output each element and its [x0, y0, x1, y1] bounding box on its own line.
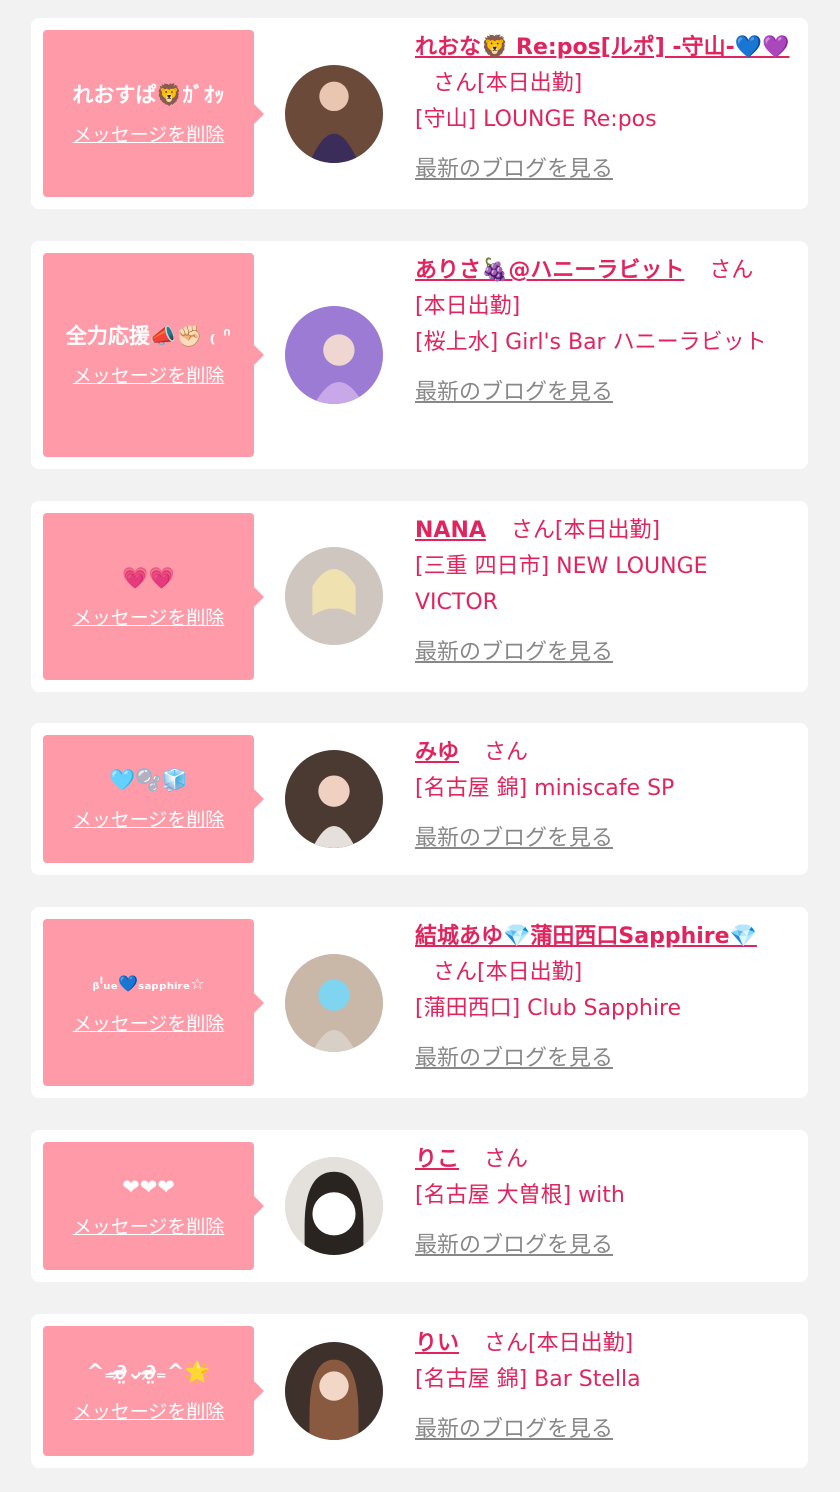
cast-name-link[interactable]: 結城あゆ💎蒲田西口Sapphire💎 [415, 924, 757, 949]
message-card: ^₌∂̴̶̷̤⌄∂̴̶̷̤₌^🌟 メッセージを削除 りい さん[本日出勤] [名… [31, 1314, 808, 1468]
avatar[interactable] [285, 547, 383, 645]
honorific: さん [484, 740, 529, 765]
message-card: れおすぱ🦁ｶﾞｵｯ メッセージを削除 れおな🦁 Re:pos[ルポ] -守山-💙… [31, 18, 808, 209]
message-card: 全力応援📣✊🏻 ₍ ᐢ メッセージを削除 ありさ🍇@ハニーラビット さん [本日… [31, 241, 808, 469]
cast-info: りい さん[本日出勤] [名古屋 錦] Bar Stella 最新のブログを見る [415, 1326, 796, 1448]
shop-name: [名古屋 大曽根] with [415, 1183, 625, 1208]
message-card: ᵦˡᵤₑ💙ₛₐₚₚₕᵢᵣₑ☆ メッセージを削除 結城あゆ💎蒲田西口Sapphir… [31, 907, 808, 1098]
message-card: ❤❤❤ メッセージを削除 りこ さん [名古屋 大曽根] with 最新のブログ… [31, 1130, 808, 1282]
message-bubble: 全力応援📣✊🏻 ₍ ᐢ メッセージを削除 [43, 253, 264, 457]
cast-name-link[interactable]: ありさ🍇@ハニーラビット [415, 258, 684, 283]
message-text: 全力応援📣✊🏻 ₍ ᐢ [65, 324, 232, 348]
honorific: さん [510, 518, 555, 543]
shop-name: [守山] LOUNGE Re:pos [415, 107, 657, 132]
cast-name-link[interactable]: みゆ [415, 740, 459, 765]
honorific: さん [709, 258, 754, 283]
latest-blog-link[interactable]: 最新のブログを見る [415, 635, 796, 671]
delete-message-link[interactable]: メッセージを削除 [73, 606, 225, 630]
status-badge: [本日出勤] [415, 294, 521, 319]
delete-message-link[interactable]: メッセージを削除 [73, 1215, 225, 1239]
message-bubble: ᵦˡᵤₑ💙ₛₐₚₚₕᵢᵣₑ☆ メッセージを削除 [43, 919, 264, 1086]
honorific: さん [433, 71, 478, 96]
cast-name-link[interactable]: れおな🦁 Re:pos[ルポ] -守山-💙💜 [415, 35, 789, 60]
shop-name: [桜上水] Girl's Bar ハニーラビット [415, 330, 767, 355]
status-badge: [本日出勤] [554, 518, 661, 543]
shop-name: [名古屋 錦] miniscafe SP [415, 776, 675, 801]
status-badge: [本日出勤] [477, 71, 583, 96]
message-text: ᵦˡᵤₑ💙ₛₐₚₚₕᵢᵣₑ☆ [92, 973, 205, 993]
delete-message-link[interactable]: メッセージを削除 [73, 123, 225, 147]
cast-name-link[interactable]: NANA [415, 518, 486, 543]
delete-message-link[interactable]: メッセージを削除 [73, 808, 225, 832]
message-card: 💗💗 メッセージを削除 NANA さん[本日出勤] [三重 四日市] NEW L… [31, 501, 808, 692]
latest-blog-link[interactable]: 最新のブログを見る [415, 1412, 796, 1448]
latest-blog-link[interactable]: 最新のブログを見る [415, 1041, 796, 1077]
cast-info: りこ さん [名古屋 大曽根] with 最新のブログを見る [415, 1142, 796, 1264]
avatar[interactable] [285, 1342, 383, 1440]
message-bubble: ❤❤❤ メッセージを削除 [43, 1142, 264, 1270]
status-badge: [本日出勤] [528, 1331, 634, 1356]
cast-info: 結城あゆ💎蒲田西口Sapphire💎 さん[本日出勤] [蒲田西口] Club … [415, 919, 796, 1077]
avatar[interactable] [285, 306, 383, 404]
message-bubble: ^₌∂̴̶̷̤⌄∂̴̶̷̤₌^🌟 メッセージを削除 [43, 1326, 264, 1456]
message-bubble: 💗💗 メッセージを削除 [43, 513, 264, 680]
message-bubble: れおすぱ🦁ｶﾞｵｯ メッセージを削除 [43, 30, 264, 197]
cast-name-link[interactable]: りこ [415, 1147, 459, 1172]
honorific: さん [484, 1147, 529, 1172]
delete-message-link[interactable]: メッセージを削除 [73, 1400, 225, 1424]
avatar[interactable] [285, 954, 383, 1052]
latest-blog-link[interactable]: 最新のブログを見る [415, 152, 796, 188]
message-card: 🩵🫧🧊 メッセージを削除 みゆ さん [名古屋 錦] miniscafe SP … [31, 723, 808, 875]
status-badge: [本日出勤] [477, 960, 583, 985]
message-bubble: 🩵🫧🧊 メッセージを削除 [43, 735, 264, 863]
honorific: さん [484, 1331, 529, 1356]
cast-info: NANA さん[本日出勤] [三重 四日市] NEW LOUNGE VICTOR… [415, 513, 796, 671]
avatar[interactable] [285, 1157, 383, 1255]
shop-name: [名古屋 錦] Bar Stella [415, 1367, 641, 1392]
honorific: さん [433, 960, 478, 985]
cast-info: れおな🦁 Re:pos[ルポ] -守山-💙💜 さん[本日出勤] [守山] LOU… [415, 30, 796, 188]
message-text: ^₌∂̴̶̷̤⌄∂̴̶̷̤₌^🌟 [86, 1360, 211, 1384]
shop-name: [蒲田西口] Club Sapphire [415, 996, 682, 1021]
message-text: れおすぱ🦁ｶﾞｵｯ [72, 82, 225, 107]
shop-name: [三重 四日市] NEW LOUNGE VICTOR [415, 554, 708, 615]
message-text: 💗💗 [122, 565, 175, 590]
avatar[interactable] [285, 750, 383, 848]
delete-message-link[interactable]: メッセージを削除 [73, 1012, 225, 1036]
latest-blog-link[interactable]: 最新のブログを見る [415, 375, 796, 411]
delete-message-link[interactable]: メッセージを削除 [73, 364, 225, 388]
cast-info: みゆ さん [名古屋 錦] miniscafe SP 最新のブログを見る [415, 735, 796, 857]
latest-blog-link[interactable]: 最新のブログを見る [415, 821, 796, 857]
cast-info: ありさ🍇@ハニーラビット さん [本日出勤] [桜上水] Girl's Bar … [415, 253, 796, 411]
cast-name-link[interactable]: りい [415, 1331, 459, 1356]
latest-blog-link[interactable]: 最新のブログを見る [415, 1228, 796, 1264]
message-text: ❤❤❤ [122, 1175, 175, 1199]
message-text: 🩵🫧🧊 [109, 768, 188, 792]
avatar[interactable] [285, 65, 383, 163]
